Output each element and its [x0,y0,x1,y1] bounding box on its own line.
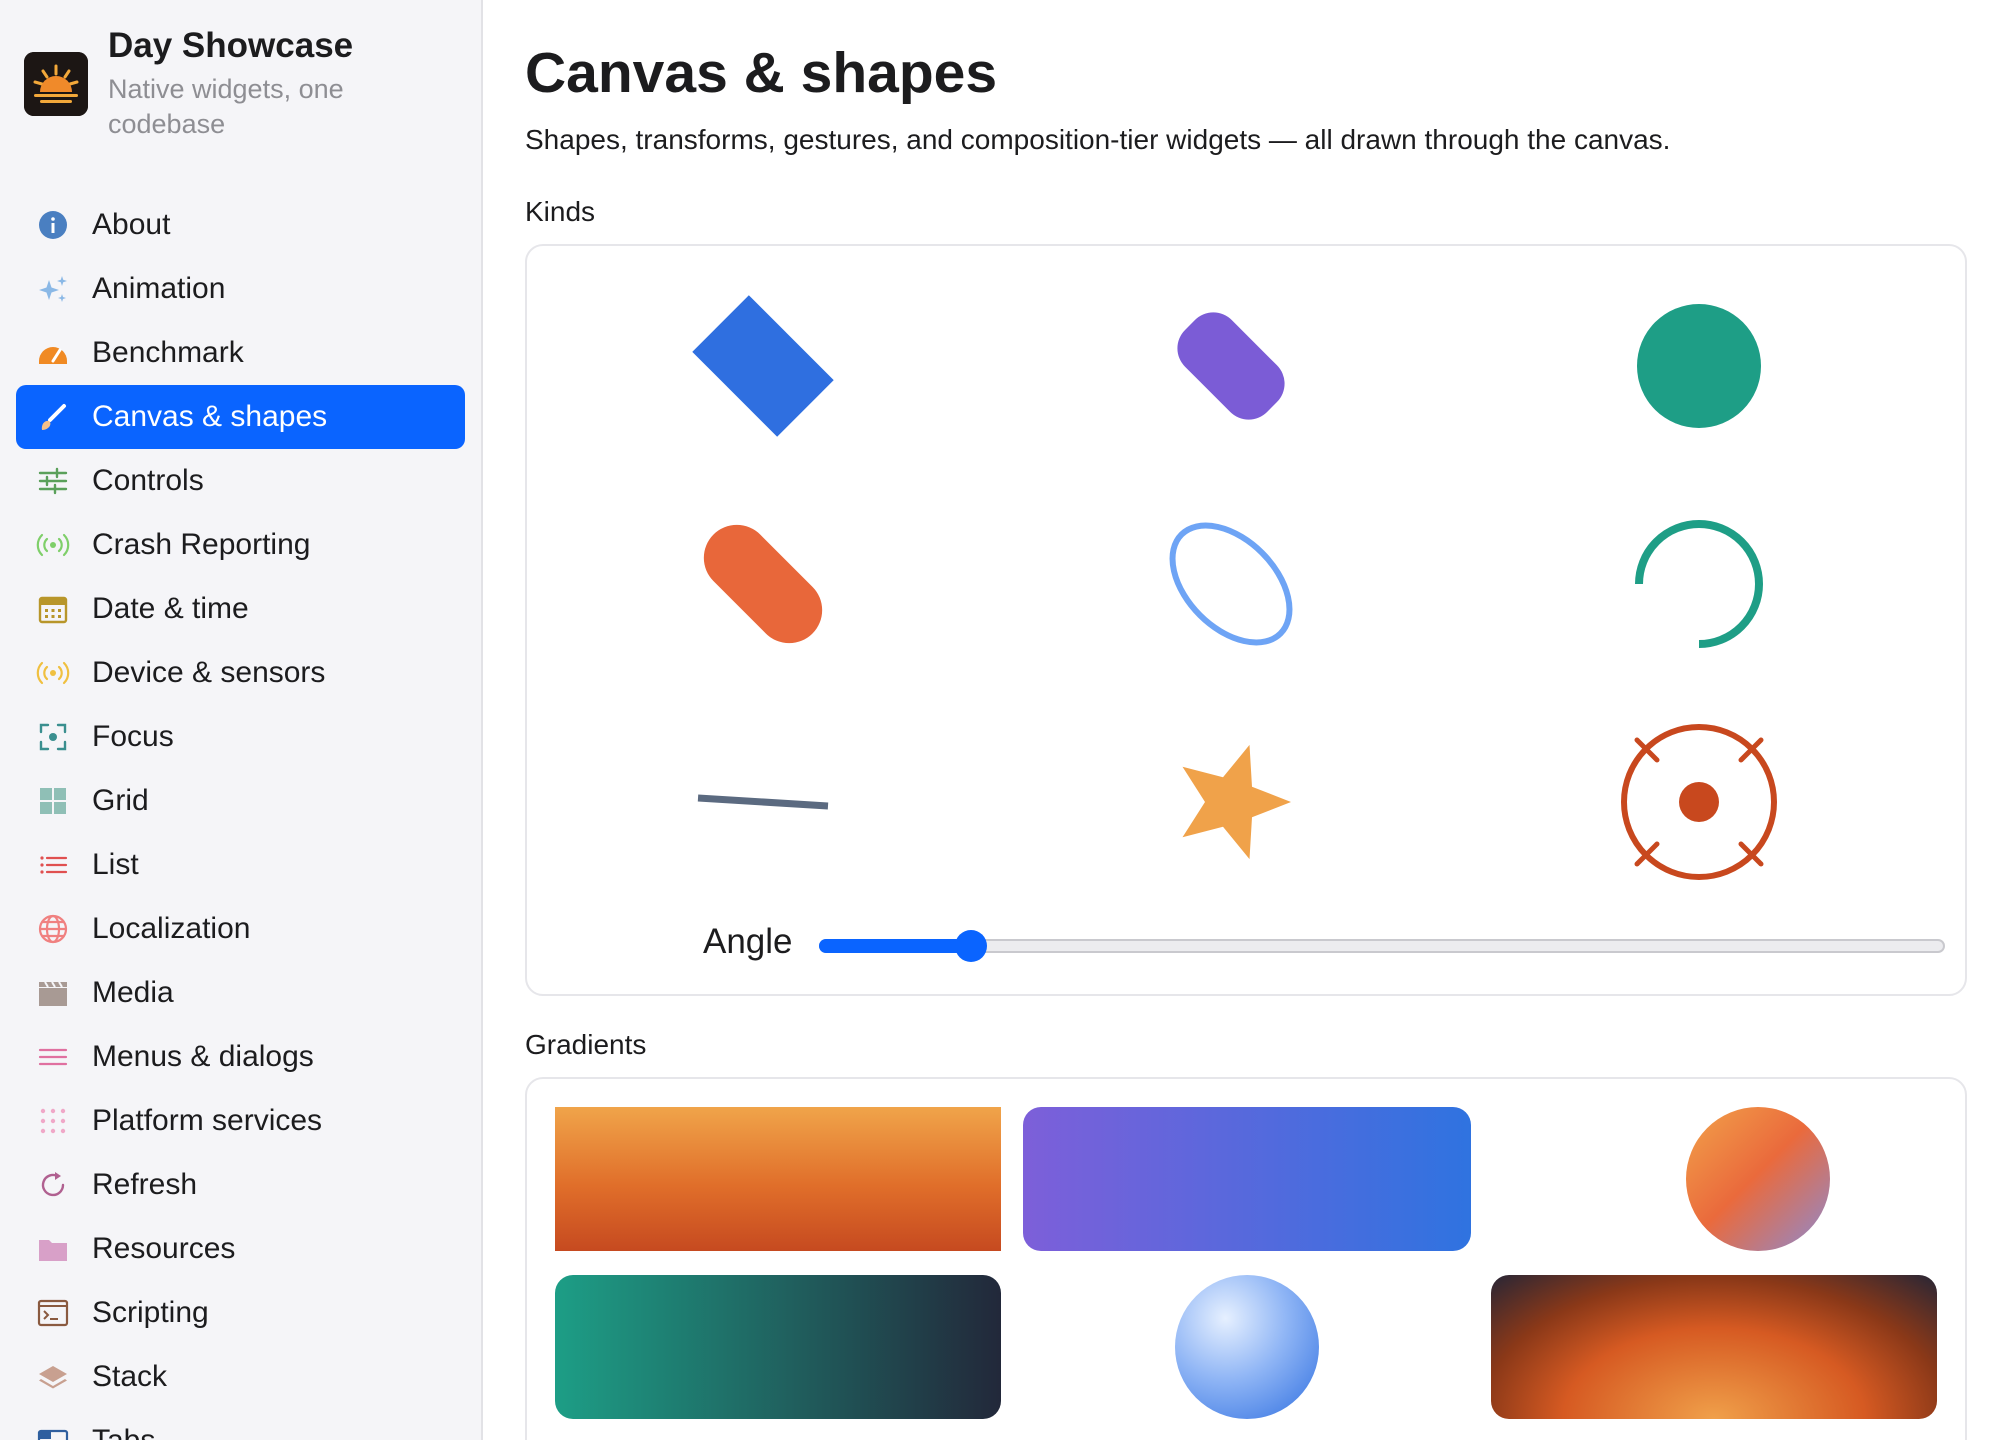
sidebar-item-focus[interactable]: Focus [16,705,465,769]
sidebar-item-label: Scripting [92,1296,209,1329]
paintbrush-icon [36,400,70,434]
app-title: Day Showcase [108,26,354,65]
gradient-teal-navy [555,1275,1001,1419]
shape-arc [1479,484,1919,684]
sidebar-item-platform-services[interactable]: Platform services [16,1089,465,1153]
sidebar-item-media[interactable]: Media [16,961,465,1025]
sidebar-item-label: Focus [92,720,174,753]
sidebar-item-label: Animation [92,272,226,305]
sidebar-item-scripting[interactable]: Scripting [16,1281,465,1345]
sidebar-item-label: Date & time [92,592,249,625]
angle-label: Angle [703,922,793,961]
sidebar-item-label: Localization [92,912,251,945]
sidebar-item-device-sensors[interactable]: Device & sensors [16,641,465,705]
dots-grid-icon [36,1104,70,1138]
info-icon [36,208,70,242]
kinds-section-label: Kinds [525,196,596,227]
gradient-linear-horizontal [1023,1107,1471,1251]
gradients-card [525,1077,1967,1440]
sidebar-item-label: Refresh [92,1168,198,1201]
shape-rectangle [543,266,983,466]
sidebar-item-label: Media [92,976,174,1009]
sidebar-item-label: Stack [92,1360,168,1393]
sidebar-item-benchmark[interactable]: Benchmark [16,321,465,385]
sidebar-item-refresh[interactable]: Refresh [16,1153,465,1217]
sidebar-item-label: Crash Reporting [92,528,311,561]
tabs-icon [36,1424,70,1440]
gradient-radial-sunset [1491,1275,1937,1419]
focus-icon [36,720,70,754]
folder-icon [36,1232,70,1266]
app-subtitle: Native widgets, one codebase [108,74,344,139]
sidebar-item-tabs[interactable]: Tabs [16,1409,465,1440]
gradients-section-label: Gradients [525,1029,647,1060]
sidebar-item-controls[interactable]: Controls [16,449,465,513]
sidebar-item-about[interactable]: About [16,193,465,257]
sidebar-item-menus-dialogs[interactable]: Menus & dialogs [16,1025,465,1089]
app-brand: Day Showcase Native widgets, one codebas… [24,26,464,146]
sidebar-item-label: Platform services [92,1104,323,1137]
sparkles-icon [36,272,70,306]
gradient-radial-sphere [1175,1275,1319,1419]
sidebar-item-label: About [92,208,171,241]
sidebar-item-label: Menus & dialogs [92,1040,314,1073]
clapperboard-icon [36,976,70,1010]
angle-slider-fill [819,939,971,953]
layers-icon [36,1360,70,1394]
angle-slider-track[interactable] [819,939,1945,953]
sidebar-item-date-time[interactable]: Date & time [16,577,465,641]
sidebar-item-label: Device & sensors [92,656,326,689]
shape-star [1011,702,1451,902]
kinds-card: Angle [525,244,1967,996]
sidebar-item-animation[interactable]: Animation [16,257,465,321]
sliders-icon [36,464,70,498]
sidebar-item-label: Controls [92,464,204,497]
gradient-linear-vertical [555,1107,1001,1251]
shape-circle [1479,266,1919,466]
sidebar: Day Showcase Native widgets, one codebas… [0,0,483,1440]
sidebar-item-label: List [92,848,139,881]
page-description: Shapes, transforms, gestures, and compos… [525,124,1671,155]
globe-icon [36,912,70,946]
sidebar-item-label: Benchmark [92,336,244,369]
sidebar-item-label: Tabs [92,1424,155,1440]
terminal-icon [36,1296,70,1330]
shape-capsule [543,484,983,684]
sidebar-item-list[interactable]: List [16,833,465,897]
list-icon [36,848,70,882]
gauge-icon [36,336,70,370]
angle-slider-thumb[interactable] [955,930,987,962]
angle-slider[interactable] [819,926,1945,966]
sidebar-item-stack[interactable]: Stack [16,1345,465,1409]
sidebar-item-label: Resources [92,1232,236,1265]
shape-rounded-rectangle [1011,266,1451,466]
shape-target [1479,702,1919,902]
refresh-icon [36,1168,70,1202]
menu-icon [36,1040,70,1074]
shape-ellipse-outline [1011,484,1451,684]
page-title: Canvas & shapes [525,41,998,105]
app-logo-icon [24,52,88,116]
calendar-icon [36,592,70,626]
sidebar-item-resources[interactable]: Resources [16,1217,465,1281]
broadcast-icon [36,656,70,690]
sidebar-item-label: Grid [92,784,149,817]
sidebar-item-label: Canvas & shapes [92,400,328,433]
sidebar-item-canvas-shapes[interactable]: Canvas & shapes [16,385,465,449]
main-content: Canvas & shapes Shapes, transforms, gest… [485,0,2000,1440]
sidebar-item-crash-reporting[interactable]: Crash Reporting [16,513,465,577]
grid-icon [36,784,70,818]
broadcast-icon [36,528,70,562]
sidebar-item-grid[interactable]: Grid [16,769,465,833]
sidebar-item-localization[interactable]: Localization [16,897,465,961]
sidebar-nav: About Animation Benchmark Canvas & shape… [16,193,465,1440]
gradient-circle [1686,1107,1830,1251]
shape-line [543,702,983,902]
